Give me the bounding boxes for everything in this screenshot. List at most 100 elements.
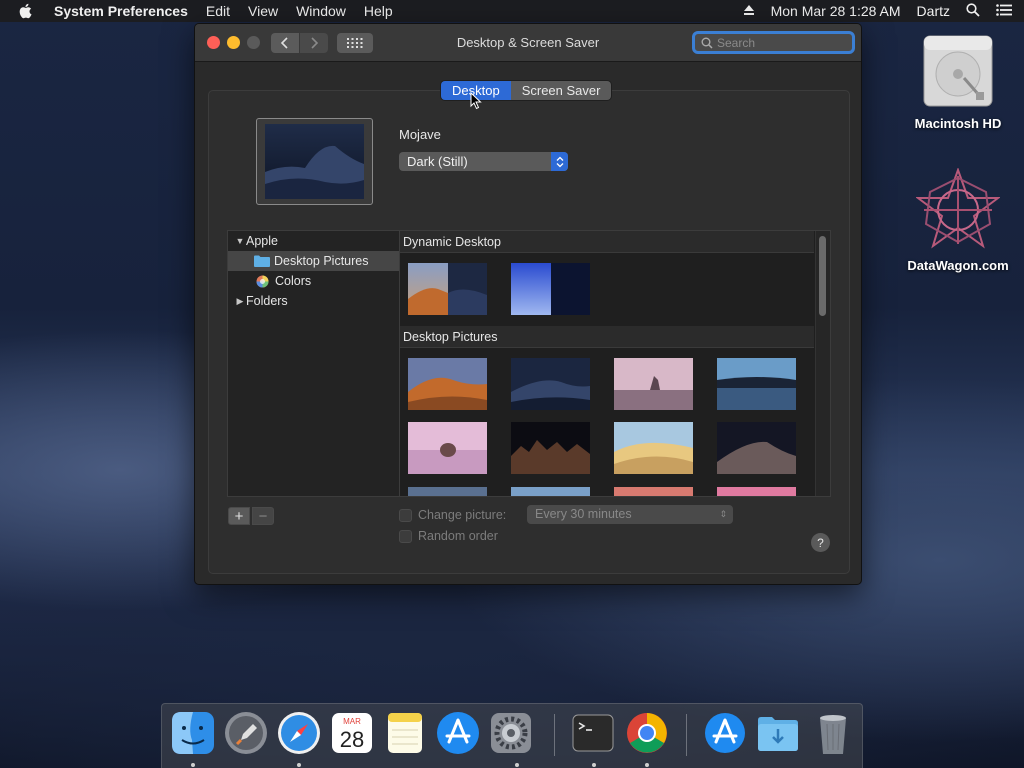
chevron-right-icon — [311, 37, 319, 49]
app-store-icon[interactable] — [702, 710, 748, 756]
eject-icon[interactable] — [743, 3, 755, 19]
source-item-label: Apple — [246, 234, 278, 248]
search-icon — [701, 37, 713, 49]
wallpaper-gallery: Dynamic Desktop Desktop Pictures — [399, 230, 831, 497]
random-order-label: Random order — [418, 529, 498, 543]
running-indicator — [592, 763, 596, 767]
mouse-pointer-icon — [470, 92, 482, 110]
system-preferences-window: Desktop & Screen Saver Desktop Screen Sa… — [194, 23, 862, 585]
source-item-label: Desktop Pictures — [274, 254, 369, 268]
downloads-folder-icon[interactable] — [755, 710, 801, 756]
menu-bar: System Preferences Edit View Window Help… — [0, 0, 1024, 22]
gallery-scrollbar-thumb[interactable] — [819, 236, 826, 316]
notes-icon[interactable] — [382, 710, 428, 756]
wallpaper-thumbnail-mojave-night[interactable] — [511, 358, 590, 410]
trash-icon[interactable] — [810, 710, 856, 756]
dock: MAR 28 — [161, 703, 863, 768]
menu-window[interactable]: Window — [296, 3, 346, 19]
calendar-month: MAR — [343, 717, 361, 726]
launchpad-icon[interactable] — [223, 710, 269, 756]
calendar-icon[interactable]: MAR 28 — [329, 710, 375, 756]
source-list: ▼ Apple Desktop Pictures Colors ▶ Folder… — [227, 230, 399, 497]
wallpaper-thumbnail-mojave-day[interactable] — [408, 358, 487, 410]
running-indicator — [645, 763, 649, 767]
source-item-folders[interactable]: ▶ Folders — [228, 291, 399, 311]
apple-menu-icon[interactable] — [18, 3, 36, 19]
spotlight-search-icon[interactable] — [966, 2, 980, 20]
calendar-day: 28 — [340, 727, 364, 752]
wallpaper-thumbnail-partial-2[interactable] — [511, 487, 590, 497]
section-header-desktop-pictures: Desktop Pictures — [400, 326, 814, 348]
title-bar[interactable]: Desktop & Screen Saver — [195, 24, 861, 62]
dock-separator — [554, 714, 555, 756]
wallpaper-thumbnail-desert-rock[interactable] — [614, 358, 693, 410]
desktop-icon-datawagon[interactable]: DataWagon.com — [906, 168, 1010, 273]
random-order-checkbox[interactable] — [399, 529, 412, 543]
folder-icon — [254, 255, 270, 267]
tab-bar: Desktop Screen Saver — [441, 81, 612, 100]
forward-button[interactable] — [300, 33, 328, 53]
add-folder-button[interactable]: + — [228, 507, 250, 525]
help-button[interactable]: ? — [811, 533, 830, 552]
menu-user[interactable]: Dartz — [917, 3, 950, 19]
source-item-apple[interactable]: ▼ Apple — [228, 231, 399, 251]
desktop-icon-label: DataWagon.com — [907, 258, 1009, 273]
menu-clock[interactable]: Mon Mar 28 1:28 AM — [771, 3, 901, 19]
wallpaper-thumbnail-lake-dusk[interactable] — [717, 358, 796, 410]
disclosure-triangle-closed-icon[interactable]: ▶ — [234, 296, 246, 307]
change-picture-option: Change picture: — [399, 508, 506, 522]
wallpaper-thumbnail-solar-gradient[interactable] — [511, 263, 590, 315]
dock-separator — [686, 714, 687, 756]
picture-name: Mojave — [399, 127, 441, 142]
up-down-chevron-icon: ⇕ — [719, 509, 727, 519]
search-input[interactable] — [717, 35, 847, 50]
running-indicator — [515, 763, 519, 767]
wallpaper-thumbnail-partial-1[interactable] — [408, 487, 487, 497]
source-item-label: Colors — [275, 274, 312, 288]
change-interval-value: Every 30 minutes — [535, 507, 632, 521]
hard-drive-icon — [923, 35, 993, 107]
running-indicator — [191, 763, 195, 767]
back-button[interactable] — [271, 33, 299, 53]
gallery-scrollbar[interactable] — [815, 231, 830, 496]
safari-icon[interactable] — [276, 710, 322, 756]
notification-center-icon[interactable] — [996, 3, 1012, 19]
menu-view[interactable]: View — [248, 3, 278, 19]
appearance-select[interactable]: Dark (Still) — [399, 152, 568, 171]
desktop-icon-label: Macintosh HD — [914, 116, 1002, 131]
disclosure-triangle-open-icon[interactable]: ▼ — [234, 236, 246, 246]
tab-screen-saver[interactable]: Screen Saver — [510, 81, 612, 100]
wallpaper-thumbnail-partial-3[interactable] — [614, 487, 693, 497]
remove-folder-button[interactable]: − — [252, 507, 274, 525]
wallpaper-thumbnail-pink-lake[interactable] — [408, 422, 487, 474]
chevron-left-icon — [280, 37, 288, 49]
finder-icon[interactable] — [170, 710, 216, 756]
menu-help[interactable]: Help — [364, 3, 393, 19]
color-wheel-icon — [256, 275, 269, 288]
change-picture-checkbox[interactable] — [399, 508, 412, 522]
search-field[interactable] — [692, 31, 855, 54]
menu-edit[interactable]: Edit — [206, 3, 230, 19]
app-store-icon[interactable] — [435, 710, 481, 756]
random-order-option: Random order — [399, 529, 498, 543]
wallpaper-thumbnail-sand-dunes[interactable] — [614, 422, 693, 474]
change-interval-select[interactable]: Every 30 minutes ⇕ — [527, 505, 733, 524]
system-preferences-icon[interactable] — [488, 710, 534, 756]
source-item-desktop-pictures[interactable]: Desktop Pictures — [228, 251, 399, 271]
desktop-icon-macintosh-hd[interactable]: Macintosh HD — [906, 30, 1010, 131]
terminal-icon[interactable] — [570, 710, 616, 756]
mojave-dark-thumbnail — [265, 124, 364, 199]
running-indicator — [297, 763, 301, 767]
wallpaper-thumbnail-partial-4[interactable] — [717, 487, 796, 497]
menu-app-name[interactable]: System Preferences — [54, 3, 188, 19]
star-logo-icon — [916, 168, 1000, 249]
section-header-dynamic: Dynamic Desktop — [400, 231, 814, 253]
grid-icon — [347, 38, 363, 48]
show-all-button[interactable] — [337, 33, 373, 53]
appearance-select-value: Dark (Still) — [407, 154, 468, 169]
wallpaper-thumbnail-dark-dunes[interactable] — [717, 422, 796, 474]
wallpaper-thumbnail-mojave-dynamic[interactable] — [408, 263, 487, 315]
chrome-icon[interactable] — [624, 710, 670, 756]
source-item-colors[interactable]: Colors — [228, 271, 399, 291]
wallpaper-thumbnail-night-rocks[interactable] — [511, 422, 590, 474]
